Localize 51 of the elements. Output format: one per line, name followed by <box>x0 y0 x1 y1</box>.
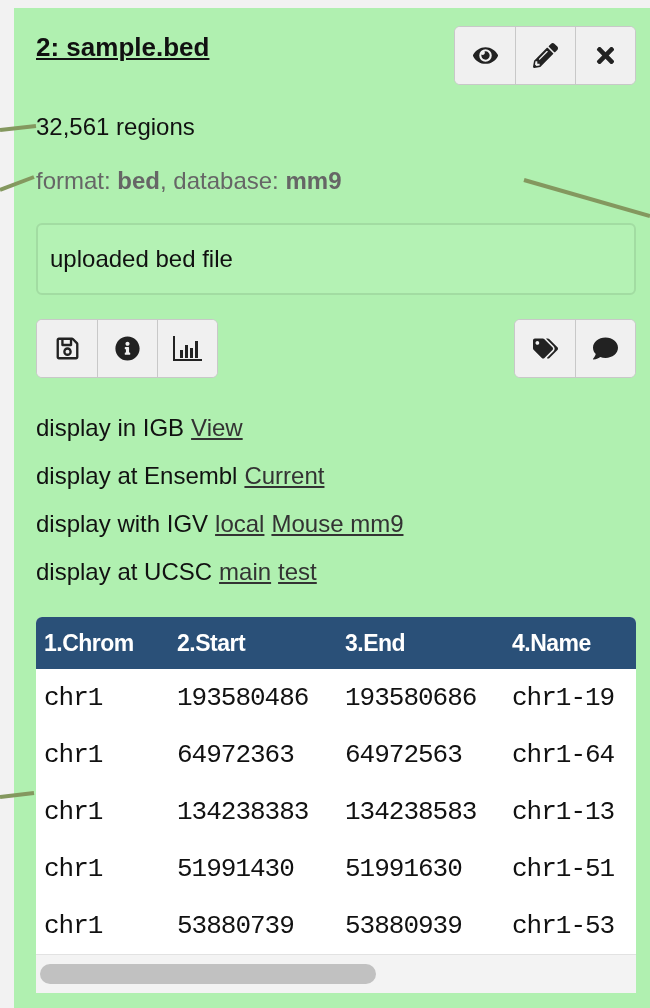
leader-line <box>0 175 35 192</box>
display-label: display in IGB <box>36 413 185 443</box>
table-cell-text: 134238383 <box>176 795 310 829</box>
annotation-field[interactable]: uploaded bed file <box>36 223 636 295</box>
info-icon <box>115 336 140 361</box>
table-cell-text: chr1-64 <box>511 738 616 772</box>
table-cell-text: 51991430 <box>176 852 295 886</box>
table-cell: chr1-19 <box>504 669 636 726</box>
table-cell-text: chr1-13 <box>511 795 616 829</box>
display-label: display with IGV <box>36 509 209 539</box>
column-header: 1.Chrom <box>36 617 169 669</box>
leader-line <box>0 124 37 132</box>
visualize-button[interactable] <box>157 320 217 377</box>
table-cell-text: chr1-53 <box>511 909 616 943</box>
table-cell-text: chr1 <box>43 909 104 943</box>
leader-line <box>0 791 35 799</box>
dataset-metadata: format: bed, database: mm9 <box>36 167 343 195</box>
scrollbar-thumb[interactable] <box>40 964 376 984</box>
table-cell-text: chr1 <box>43 738 104 772</box>
display-link[interactable]: View <box>191 404 243 452</box>
table-cell-text: chr1-51 <box>511 852 616 886</box>
table-cell-text: 51991630 <box>344 852 463 886</box>
display-label: display at Ensembl <box>36 461 238 491</box>
display-link[interactable]: Current <box>244 452 325 500</box>
table-cell: 193580486 <box>169 669 337 726</box>
table-cell-text: 134238583 <box>344 795 478 829</box>
dataset-summary: 32,561 regions <box>36 113 196 141</box>
table-cell-text: chr1 <box>43 795 104 829</box>
table-cell-text: 53880939 <box>344 909 463 943</box>
column-header: 2.Start <box>169 617 337 669</box>
display-label: display at UCSC <box>36 557 213 587</box>
comment-button[interactable] <box>575 320 635 377</box>
horizontal-scrollbar[interactable] <box>36 954 636 993</box>
delete-button[interactable] <box>575 27 635 84</box>
table-cell-text: 53880739 <box>176 909 295 943</box>
speech-bubble-icon <box>593 336 618 361</box>
bar-chart-icon <box>172 335 203 362</box>
display-link[interactable]: Mouse mm9 <box>271 500 404 548</box>
column-header: 4.Name <box>504 617 636 669</box>
tags-icon <box>532 336 558 361</box>
display-link[interactable]: local <box>215 500 265 548</box>
table-cell-text: chr1 <box>43 852 104 886</box>
pencil-icon <box>533 43 558 68</box>
table-cell-text: 64972363 <box>176 738 295 772</box>
table-cell-text: 64972563 <box>344 738 463 772</box>
table-cell: chr1 <box>36 669 169 726</box>
display-link[interactable]: main <box>219 548 272 596</box>
dataset-title-link[interactable]: 2: sample.bed <box>36 32 210 63</box>
table-cell: 193580686 <box>337 669 504 726</box>
column-header: 3.End <box>337 617 504 669</box>
display-link[interactable]: test <box>278 548 317 596</box>
